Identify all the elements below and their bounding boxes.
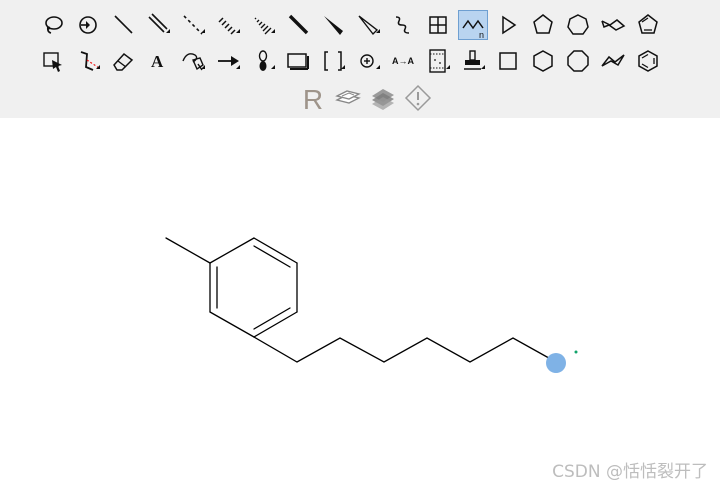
table-tool[interactable] xyxy=(423,10,453,40)
dotted-surface-icon xyxy=(372,89,394,110)
octagon-ring-icon xyxy=(567,50,589,72)
rectangle-tool[interactable] xyxy=(283,46,313,76)
atom-map-icon: A→A xyxy=(392,56,414,66)
triangle-ring-icon xyxy=(502,15,517,35)
bracket-icon xyxy=(324,51,345,71)
cyclopropane-tool[interactable] xyxy=(493,10,523,40)
lasso-icon xyxy=(45,16,63,34)
arrow-tool[interactable] xyxy=(213,46,243,76)
text-tool[interactable]: A xyxy=(143,46,173,76)
r-group-tool[interactable]: R xyxy=(298,83,328,113)
benzene-icon xyxy=(638,50,658,72)
single-bond-icon xyxy=(114,15,133,34)
toolbar: n A A→A R xyxy=(0,0,720,118)
pentagon-ring-icon xyxy=(533,14,553,34)
text-icon: A xyxy=(151,52,164,71)
pen-icon xyxy=(182,53,205,71)
cycloheptane-tool[interactable] xyxy=(563,10,593,40)
hashed-bond-icon xyxy=(218,17,240,35)
cyclooctane-tool[interactable] xyxy=(563,46,593,76)
charge-tool[interactable] xyxy=(353,46,383,76)
double-bond-icon xyxy=(148,13,170,33)
rotate-tool[interactable] xyxy=(73,10,103,40)
hexagon-ring-icon xyxy=(533,50,553,72)
orbital-tool[interactable] xyxy=(248,46,278,76)
heptyl-chain xyxy=(253,336,557,363)
query-tool[interactable] xyxy=(333,83,363,113)
cyclopentane-tool[interactable] xyxy=(528,10,558,40)
stacked-layers-icon xyxy=(335,90,361,104)
pen-tool[interactable] xyxy=(178,46,208,76)
bracket-tool[interactable] xyxy=(318,46,348,76)
alert-tool[interactable] xyxy=(403,83,433,113)
double-bond-tool[interactable] xyxy=(143,10,173,40)
hollow-wedge-bond-tool[interactable] xyxy=(353,10,383,40)
molecule-drawing xyxy=(165,237,578,373)
hashed-wedge-bond-icon xyxy=(254,17,275,35)
r-group-glyph: R xyxy=(303,84,323,113)
shaded-rectangle-icon xyxy=(287,53,309,70)
atom-map-glyph: A→A xyxy=(392,56,414,66)
bold-bond-icon xyxy=(288,14,309,35)
hashed-bond-tool[interactable] xyxy=(213,10,243,40)
tlc-plate-tool[interactable] xyxy=(423,46,453,76)
chain-cursor-dot xyxy=(574,350,578,354)
cyclopentadiene-tool[interactable] xyxy=(633,10,663,40)
cyclohexane-chair-tool[interactable] xyxy=(598,10,628,40)
plus-charge-icon xyxy=(360,54,380,69)
wedge-bond-icon xyxy=(324,16,343,35)
eraser-icon xyxy=(113,52,134,71)
arrow-icon xyxy=(218,56,240,69)
lasso-select-tool[interactable] xyxy=(38,10,68,40)
dashed-bond-icon xyxy=(183,15,205,35)
cyclohexane-chair-alt-tool[interactable] xyxy=(598,46,628,76)
drawing-canvas[interactable]: CSDN @恬恬裂开了 xyxy=(0,118,720,490)
stamp-icon xyxy=(464,50,485,70)
chain-tool[interactable]: n xyxy=(458,10,488,40)
cyclobutane-tool[interactable] xyxy=(493,46,523,76)
square-ring-icon xyxy=(499,52,517,70)
atom-map-tool[interactable]: A→A xyxy=(388,46,418,76)
svg-text:n: n xyxy=(479,30,484,40)
cyclohexane-tool[interactable] xyxy=(528,46,558,76)
orbital-icon xyxy=(258,50,275,71)
hollow-wedge-bond-icon xyxy=(358,15,380,36)
wavy-bond-icon xyxy=(395,16,410,34)
template-stamp-tool[interactable] xyxy=(458,46,488,76)
wedge-bond-tool[interactable] xyxy=(318,10,348,40)
ring-bond xyxy=(209,311,255,338)
chain-icon: n xyxy=(462,19,484,40)
single-bond-tool[interactable] xyxy=(108,10,138,40)
watermark: CSDN @恬恬裂开了 xyxy=(552,462,708,482)
selected-atom-highlight[interactable] xyxy=(546,353,566,373)
wavy-bond-tool[interactable] xyxy=(388,10,418,40)
r-group-icon: R xyxy=(303,84,323,113)
rotate-icon xyxy=(79,16,97,34)
textured-surface-tool[interactable] xyxy=(368,83,398,113)
table-icon xyxy=(429,16,447,34)
bond-angle-tool[interactable] xyxy=(73,46,103,76)
bond-angle-icon xyxy=(80,51,100,71)
toolbar-top-strip xyxy=(0,0,720,3)
marquee-icon xyxy=(43,52,62,72)
eraser-tool[interactable] xyxy=(108,46,138,76)
hashed-wedge-bond-tool[interactable] xyxy=(248,10,278,40)
pentagon-diene-icon xyxy=(638,14,658,34)
ring-bond xyxy=(209,237,255,264)
marquee-select-tool[interactable] xyxy=(38,46,68,76)
bold-bond-tool[interactable] xyxy=(283,10,313,40)
chair-ring-alt-icon xyxy=(601,54,625,67)
heptagon-ring-icon xyxy=(567,14,589,35)
dashed-bond-tool[interactable] xyxy=(178,10,208,40)
methyl-bond xyxy=(165,237,211,264)
text-tool-glyph: A xyxy=(151,52,164,71)
tlc-plate-icon xyxy=(429,49,450,73)
benzene-tool[interactable] xyxy=(633,46,663,76)
chair-ring-icon xyxy=(601,19,626,31)
alert-diamond-icon xyxy=(404,84,432,112)
